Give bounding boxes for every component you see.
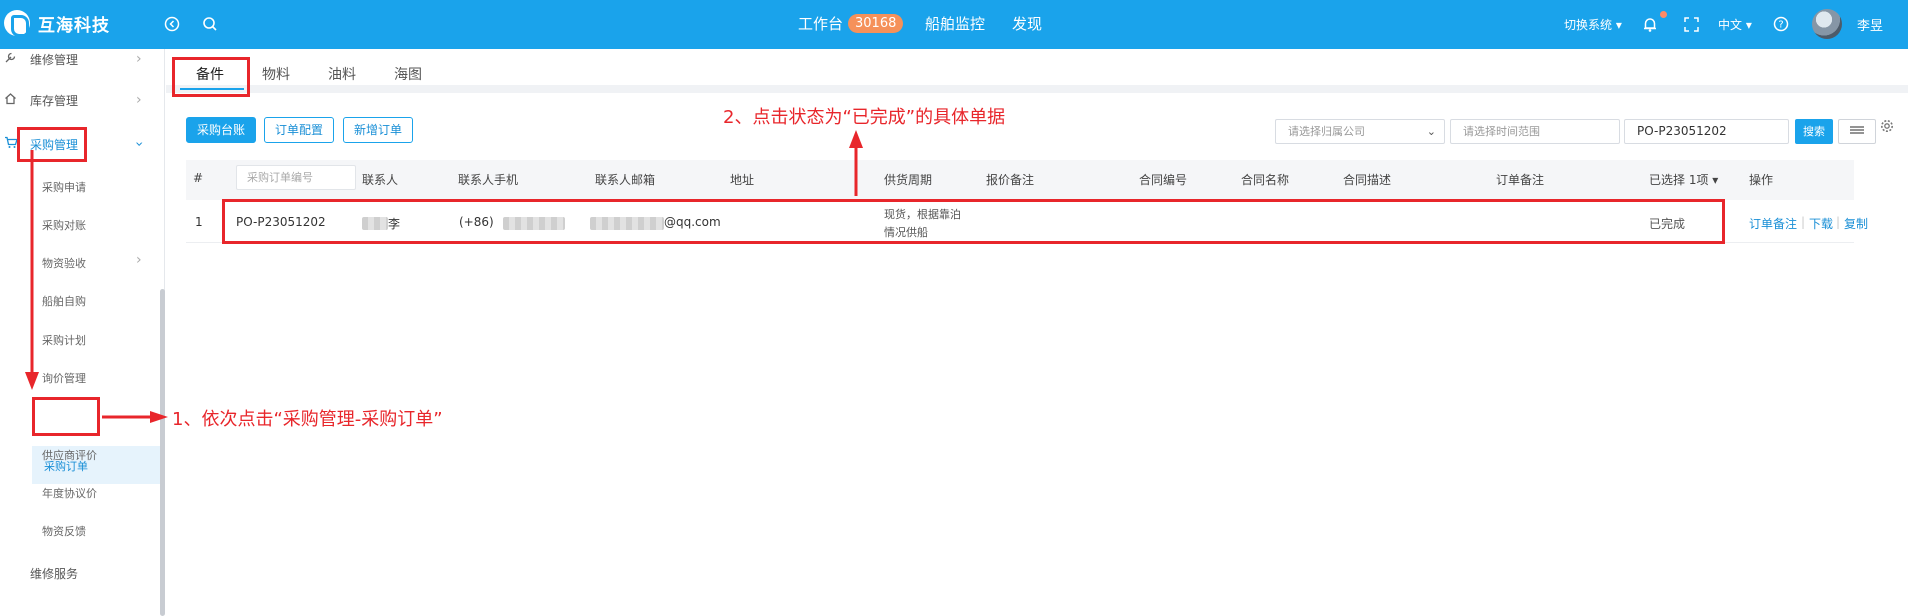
svg-text:?: ? [1778, 20, 1783, 31]
collapse-back-icon[interactable] [162, 14, 182, 34]
sidebar-sub-acceptance[interactable]: 物资验收 [42, 255, 86, 271]
sidebar-sub-inquiry[interactable]: 询价管理 [42, 370, 86, 386]
chevron-right-icon: › [136, 252, 142, 268]
col-contract-no: 合同编号 [1139, 173, 1188, 187]
tab-materials[interactable]: 物料 [262, 64, 290, 84]
fullscreen-icon[interactable] [1681, 14, 1701, 34]
order-note-link[interactable]: 订单备注 [1749, 215, 1797, 232]
sidebar-sub-annual-price[interactable]: 年度协议价 [42, 485, 97, 501]
order-no-filter-input[interactable]: 采购订单编号 [236, 165, 356, 190]
highlight-tab-box [172, 57, 250, 97]
col-supply-period: 供货周期 [884, 173, 933, 187]
highlight-row-box [222, 199, 1725, 244]
highlight-procurement-box [17, 127, 87, 162]
purchase-ledger-button[interactable]: 采购台账 [186, 117, 257, 143]
col-contract-name: 合同名称 [1241, 173, 1290, 187]
sidebar-sub-reconciliation[interactable]: 采购对账 [42, 217, 86, 233]
sidebar-sub-feedback[interactable]: 物资反馈 [42, 523, 86, 539]
search-input-value: PO-P23051202 [1637, 124, 1727, 138]
search-button[interactable]: 搜索 [1795, 119, 1833, 144]
col-address: 地址 [730, 173, 755, 187]
sidebar-item-maintenance[interactable]: 维修管理 › [0, 40, 160, 78]
chevron-right-icon: › [136, 51, 142, 67]
sidebar-sub-supplier-review[interactable]: 供应商评价 [42, 447, 97, 463]
wrench-icon [4, 51, 17, 68]
logo-icon [4, 10, 30, 37]
new-order-button[interactable]: 新增订单 [343, 117, 414, 143]
columns-icon [1850, 126, 1864, 134]
chevron-down-icon: ⌄ [1426, 125, 1436, 138]
date-range-placeholder: 请选择时间范围 [1463, 125, 1540, 138]
sidebar-sub-purchase-request[interactable]: 采购申请 [42, 179, 86, 195]
chevron-down-icon: › [130, 141, 147, 147]
tab-charts[interactable]: 海图 [394, 64, 422, 84]
date-range-input[interactable]: 请选择时间范围 [1450, 119, 1620, 144]
brand-logo[interactable]: 互海科技 [4, 10, 110, 37]
action-separator: | [1836, 215, 1841, 229]
search-input[interactable]: PO-P23051202 [1624, 119, 1789, 144]
brand-name: 互海科技 [38, 15, 110, 36]
row-index: 1 [195, 215, 203, 229]
nav-workbench[interactable]: 工作台 [798, 13, 843, 34]
col-index: # [193, 171, 204, 185]
language-label: 中文 [1718, 18, 1743, 32]
step2-annotation: 2、点击状态为“已完成”的具体单据 [723, 107, 1006, 128]
sidebar-sub-purchase-plan[interactable]: 采购计划 [42, 332, 86, 348]
action-separator: | [1801, 215, 1806, 229]
help-icon[interactable]: ? [1771, 14, 1791, 34]
sidebar-item-repair-service[interactable]: 维修服务 [0, 554, 160, 592]
search-icon[interactable] [200, 14, 220, 34]
col-actions: 操作 [1749, 173, 1774, 187]
company-select-placeholder: 请选择归属公司 [1288, 125, 1365, 138]
col-quote-note: 报价备注 [986, 173, 1035, 187]
notification-dot [1660, 11, 1667, 18]
language-dropdown[interactable]: 中文 ▾ [1718, 16, 1752, 33]
copy-link[interactable]: 复制 [1844, 215, 1868, 232]
col-order-note: 订单备注 [1496, 173, 1545, 187]
gear-icon[interactable] [1880, 119, 1894, 137]
sidebar-item-label: 库存管理 [30, 93, 79, 108]
cart-icon [4, 136, 18, 153]
user-avatar[interactable] [1812, 9, 1842, 39]
download-link[interactable]: 下载 [1809, 215, 1833, 232]
tab-oil[interactable]: 油料 [328, 64, 356, 84]
sidebar-item-label: 维修服务 [30, 566, 79, 581]
workbench-count-badge: 30168 [848, 14, 904, 33]
status-column-filter[interactable]: 已选择 1项 ▾ [1649, 171, 1718, 188]
sidebar-sub-ship-purchase[interactable]: 船舶自购 [42, 293, 86, 309]
home-icon [4, 92, 17, 109]
highlight-order-box [32, 397, 100, 436]
sidebar-item-inventory[interactable]: 库存管理 › [0, 81, 160, 119]
nav-discover[interactable]: 发现 [1012, 13, 1042, 34]
step1-annotation: 1、依次点击“采购管理-采购订单” [172, 409, 443, 430]
bell-icon[interactable] [1640, 14, 1660, 34]
col-contact-phone: 联系人手机 [458, 173, 519, 187]
col-contact: 联系人 [362, 173, 399, 187]
col-contact-email: 联系人邮箱 [595, 173, 656, 187]
nav-ship-monitor[interactable]: 船舶监控 [925, 13, 985, 34]
col-contract-desc: 合同描述 [1343, 173, 1392, 187]
column-settings-button[interactable] [1838, 119, 1876, 144]
tabs-bar: 备件 物料 油料 海图 [166, 49, 1908, 93]
switch-system-label: 切换系统 [1564, 18, 1613, 32]
switch-system-dropdown[interactable]: 切换系统 ▾ [1564, 16, 1622, 33]
user-name[interactable]: 李昱 [1857, 15, 1883, 34]
sidebar-item-label: 维修管理 [30, 52, 79, 67]
top-bar: 互海科技 工作台 30168 船舶监控 发现 切换系统 ▾ 中文 ▾ ? 李昱 [0, 0, 1908, 49]
chevron-right-icon: › [136, 92, 142, 108]
status-filter-label: 已选择 1项 [1649, 173, 1709, 187]
company-select[interactable]: 请选择归属公司 ⌄ [1275, 119, 1445, 144]
order-config-button[interactable]: 订单配置 [264, 117, 335, 143]
